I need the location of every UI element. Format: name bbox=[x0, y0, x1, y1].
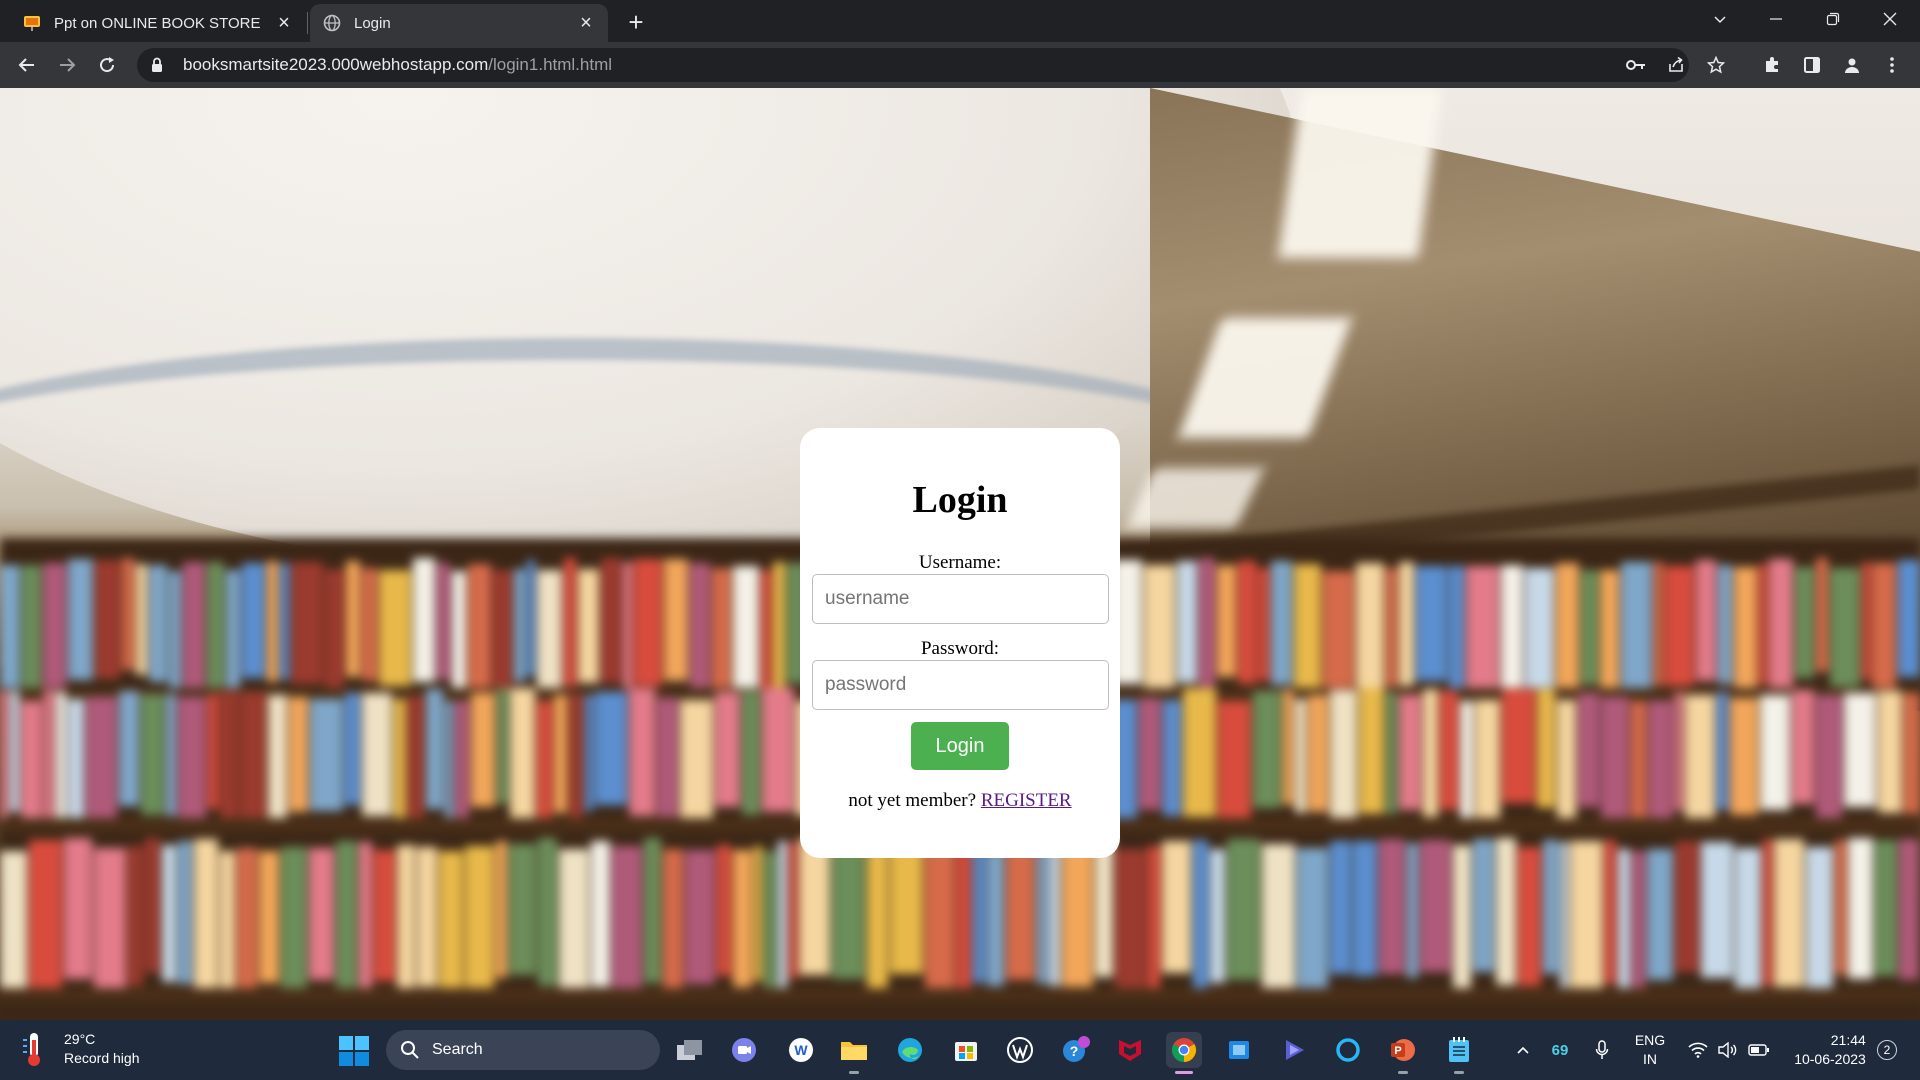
share-icon[interactable] bbox=[1661, 48, 1691, 82]
forward-arrow-icon[interactable] bbox=[51, 49, 83, 81]
address-bar[interactable]: booksmartsite2023.000webhostapp.com/logi… bbox=[137, 48, 1725, 82]
edge-browser-icon[interactable] bbox=[892, 1032, 928, 1068]
tab-separator bbox=[307, 12, 308, 34]
back-arrow-icon[interactable] bbox=[11, 49, 43, 81]
word-app-icon[interactable]: W bbox=[783, 1032, 819, 1068]
register-prompt-text: not yet member? bbox=[848, 790, 981, 811]
input-language-indicator[interactable]: ENG IN bbox=[1628, 1020, 1672, 1080]
reload-icon[interactable] bbox=[91, 49, 123, 81]
page-viewport: Login Username: Password: Login not yet … bbox=[0, 88, 1920, 1020]
tray-app-counter[interactable]: 69 bbox=[1544, 1020, 1576, 1080]
side-panel-icon[interactable] bbox=[1796, 49, 1828, 81]
file-explorer-icon[interactable] bbox=[836, 1032, 872, 1074]
key-password-icon[interactable] bbox=[1621, 48, 1651, 82]
lock-icon[interactable] bbox=[151, 57, 165, 73]
tab-login[interactable]: Login × bbox=[310, 4, 608, 42]
close-window-icon[interactable] bbox=[1864, 0, 1916, 38]
tab-search-chevron-icon[interactable] bbox=[1694, 0, 1746, 38]
extensions-puzzle-icon[interactable] bbox=[1756, 49, 1788, 81]
teams-chat-icon[interactable] bbox=[726, 1032, 762, 1068]
task-view-icon[interactable] bbox=[672, 1032, 708, 1068]
browser-toolbar: booksmartsite2023.000webhostapp.com/logi… bbox=[0, 42, 1920, 88]
globe-favicon-icon bbox=[322, 13, 342, 33]
svg-text:W: W bbox=[794, 1042, 808, 1058]
microsoft-store-icon[interactable] bbox=[948, 1032, 984, 1068]
windows-taskbar: 29°C Record high Search W ? P 69 ENG IN … bbox=[0, 1020, 1920, 1080]
svg-text:?: ? bbox=[1070, 1043, 1079, 1059]
search-icon bbox=[401, 1041, 419, 1059]
username-label: Username: bbox=[918, 552, 1002, 573]
chrome-browser-icon[interactable] bbox=[1166, 1032, 1202, 1074]
login-button[interactable]: Login bbox=[911, 722, 1009, 770]
notification-count-badge: 2 bbox=[1877, 1040, 1897, 1060]
tab-title: Ppt on ONLINE BOOK STORE bbox=[54, 14, 261, 32]
minimize-window-icon[interactable] bbox=[1750, 0, 1802, 38]
login-heading: Login bbox=[912, 479, 1008, 521]
wordpress-app-icon[interactable] bbox=[1002, 1032, 1038, 1068]
login-card: Login Username: Password: Login not yet … bbox=[800, 428, 1120, 858]
blue-app-icon[interactable] bbox=[1221, 1032, 1257, 1068]
weather-temperature: 29°C bbox=[64, 1031, 96, 1047]
close-tab-icon[interactable]: × bbox=[576, 12, 596, 34]
weather-description: Record high bbox=[64, 1050, 140, 1066]
cortana-ring-icon[interactable] bbox=[1330, 1032, 1366, 1068]
clock[interactable]: 21:44 10-06-2023 bbox=[1784, 1020, 1876, 1080]
weather-widget[interactable]: 29°C Record high bbox=[20, 1030, 140, 1068]
close-tab-icon[interactable]: × bbox=[274, 12, 294, 34]
taskbar-search-box[interactable]: Search bbox=[386, 1030, 660, 1070]
register-prompt: not yet member? REGISTER bbox=[800, 790, 1120, 812]
url-path: /login1.html.html bbox=[488, 55, 613, 74]
restore-window-icon[interactable] bbox=[1807, 0, 1859, 38]
presentation-favicon-icon bbox=[22, 13, 42, 33]
show-hidden-icons-chevron[interactable] bbox=[1510, 1020, 1536, 1080]
more-menu-icon[interactable] bbox=[1876, 49, 1908, 81]
thermometer-icon bbox=[23, 1033, 40, 1066]
tab-title: Login bbox=[354, 14, 391, 32]
clipchamp-icon[interactable] bbox=[1276, 1032, 1312, 1068]
url-text: booksmartsite2023.000webhostapp.com/logi… bbox=[183, 55, 612, 75]
browser-tab-strip: Ppt on ONLINE BOOK STORE × Login × + bbox=[0, 0, 1920, 42]
mcafee-security-icon[interactable] bbox=[1112, 1032, 1148, 1068]
notification-center[interactable]: 2 bbox=[1872, 1020, 1902, 1080]
region-code: IN bbox=[1643, 1051, 1657, 1067]
windows-start-icon[interactable] bbox=[338, 1035, 370, 1067]
username-input[interactable] bbox=[812, 574, 1109, 624]
language-code: ENG bbox=[1634, 1032, 1666, 1048]
battery-icon[interactable] bbox=[1744, 1020, 1774, 1080]
notepad-icon[interactable] bbox=[1441, 1032, 1477, 1074]
register-link[interactable]: REGISTER bbox=[981, 790, 1072, 811]
clock-date: 10-06-2023 bbox=[1794, 1051, 1866, 1067]
password-input[interactable] bbox=[812, 660, 1109, 710]
get-help-icon[interactable]: ? bbox=[1058, 1032, 1094, 1068]
tab-ppt-online-book-store[interactable]: Ppt on ONLINE BOOK STORE × bbox=[10, 4, 306, 42]
new-tab-plus-icon[interactable]: + bbox=[620, 6, 652, 38]
microphone-icon[interactable] bbox=[1588, 1020, 1616, 1080]
profile-avatar-icon[interactable] bbox=[1836, 49, 1868, 81]
search-label: Search bbox=[432, 1041, 483, 1058]
wifi-icon[interactable] bbox=[1684, 1020, 1712, 1080]
volume-icon[interactable] bbox=[1714, 1020, 1742, 1080]
clock-time: 21:44 bbox=[1830, 1032, 1866, 1048]
svg-text:P: P bbox=[1394, 1045, 1401, 1057]
bookmark-star-icon[interactable] bbox=[1701, 48, 1731, 82]
password-label: Password: bbox=[920, 638, 1000, 659]
powerpoint-icon[interactable]: P bbox=[1385, 1032, 1421, 1074]
url-host: booksmartsite2023.000webhostapp.com bbox=[183, 55, 489, 74]
